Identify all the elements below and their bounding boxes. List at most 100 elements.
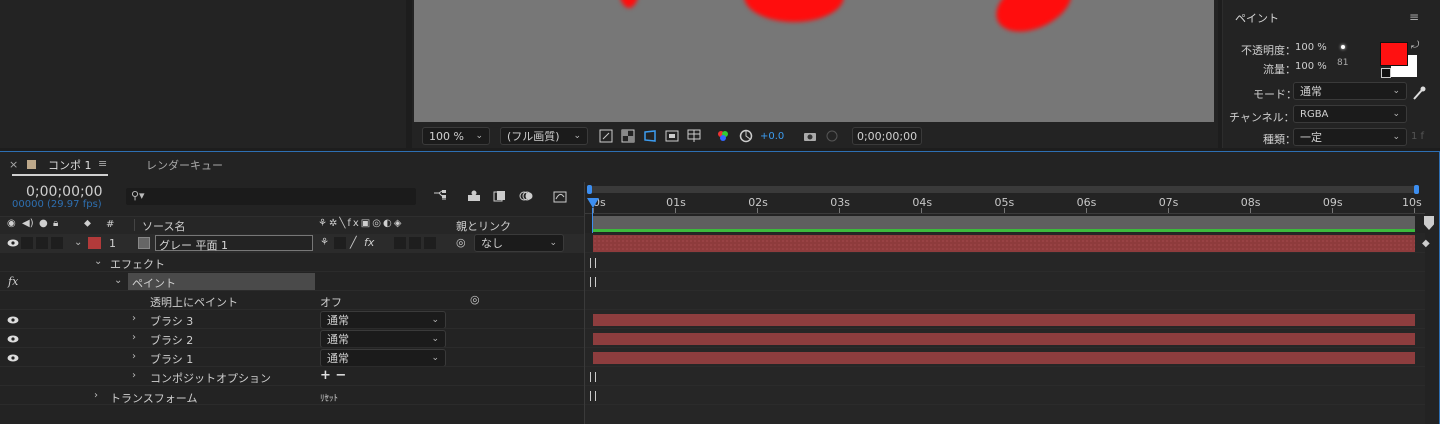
search-input[interactable]: ⚲▾ [126,188,416,205]
expand-transform-chevron-icon[interactable]: › [94,390,98,401]
paint-on-transparent-value[interactable]: オフ [320,294,342,310]
column-parent-link: 親とリンク [456,220,511,233]
playhead-head[interactable] [587,198,599,208]
panel-menu-icon[interactable]: ≡ [1409,10,1419,24]
brush2-duration-bar[interactable] [593,333,1415,345]
chevron-down-icon: ⌄ [431,334,439,344]
transparency-grid-icon[interactable] [620,128,636,144]
brush-tip-icon[interactable] [1341,45,1345,49]
mask-visibility-icon[interactable] [642,128,658,144]
lock-icon[interactable]: 🔒︎ [53,218,58,229]
eye-icon[interactable] [7,354,21,364]
active-tab-underline [12,174,108,176]
type-label: 種類： [1263,133,1296,146]
solo-icon[interactable]: ● [39,218,48,229]
show-snapshot-icon[interactable] [824,128,840,144]
motion-blur-switch[interactable] [409,237,421,249]
collapse-switch[interactable] [334,237,346,249]
fast-preview-icon[interactable] [598,128,614,144]
brush3-mode-select[interactable]: 通常 ⌄ [320,311,446,329]
expand-composite-chevron-icon[interactable]: › [132,370,136,381]
chevron-down-icon: ⌄ [1392,132,1400,142]
comp-tab-swatch [27,160,36,169]
layer-out-marker-icon[interactable]: ◆ [1422,238,1430,249]
layer-name-field[interactable]: グレー 平面 1 [155,235,313,252]
flow-value[interactable]: 100 % [1295,61,1327,72]
exposure-reset-icon[interactable] [738,128,754,144]
audio-switch[interactable] [21,237,33,249]
layer-duration-bar[interactable] [593,235,1415,252]
paint-effect-label: ペイント [132,277,176,290]
channel-select[interactable]: RGBA ⌄ [1293,105,1407,123]
frame-blend-switch[interactable] [394,237,406,249]
shy-switch-icon[interactable]: ⚘ [320,237,329,248]
exposure-value[interactable]: +0.0 [760,131,784,142]
foreground-color-swatch[interactable] [1380,42,1408,66]
panel-divider[interactable] [584,182,585,424]
column-source-name[interactable]: ソース名 [142,218,185,234]
composite-add-remove[interactable]: + − [320,368,346,383]
default-colors-icon[interactable] [1381,68,1391,78]
resolution-select[interactable]: (フル画質) ⌄ [500,127,588,145]
expand-paint-chevron-icon[interactable]: ⌄ [114,275,122,286]
viewer-timecode[interactable]: 0;00;00;00 [852,127,922,145]
transform-reset-link[interactable]: ﾘｾｯﾄ [320,391,338,404]
eyedropper-icon[interactable] [1411,84,1427,105]
tab-menu-icon[interactable]: ≡ [98,157,107,170]
tab-render-queue[interactable]: レンダーキュー [146,157,223,173]
tab-comp[interactable]: コンポ 1 [48,157,92,173]
eye-icon[interactable] [7,239,21,249]
shy-layers-icon[interactable] [466,188,482,204]
expand-brush3-chevron-icon[interactable]: › [132,313,136,324]
expand-layer-chevron-icon[interactable]: ⌄ [74,237,82,248]
composition-viewer[interactable]: 100 % ⌄ (フル画質) ⌄ +0.0 0;00;00;00 [412,0,1218,148]
graph-editor-icon[interactable] [552,188,568,204]
fx-toggle-icon[interactable]: fx [8,275,18,288]
expand-brush1-chevron-icon[interactable]: › [132,351,136,362]
eye-icon[interactable] [7,316,21,326]
parent-select[interactable]: なし ⌄ [474,234,564,252]
close-tab-icon[interactable]: × [9,158,18,171]
label-tag-icon[interactable]: ⬥ [84,218,91,229]
motion-blur-icon[interactable] [518,188,534,204]
brush2-mode-select[interactable]: 通常 ⌄ [320,330,446,348]
work-area-end[interactable] [1414,185,1419,194]
grid-guides-icon[interactable] [686,128,704,144]
snapshot-camera-icon[interactable] [802,128,818,144]
row-separator [0,328,1425,329]
adjustment-switch[interactable] [424,237,436,249]
lock-switch[interactable] [51,237,63,249]
region-of-interest-icon[interactable] [664,128,680,144]
paint-on-transparent-label: 透明上にペイント [150,296,238,309]
expand-effects-chevron-icon[interactable]: ⌄ [94,256,102,267]
swap-colors-icon[interactable]: ⤾ [1411,40,1419,51]
opacity-label: 不透明度： [1241,44,1296,57]
audio-toggle-icon[interactable]: ◀) [22,218,34,229]
zoom-select[interactable]: 100 % ⌄ [422,127,490,145]
solo-switch[interactable] [36,237,48,249]
viewer-canvas[interactable] [414,0,1214,122]
chevron-down-icon: ⌄ [475,131,483,141]
video-toggle-icon[interactable]: ◉ [7,218,16,229]
mode-select[interactable]: 通常 ⌄ [1293,82,1407,100]
layer-label-color[interactable] [88,237,101,249]
paint-stroke [987,0,1081,43]
row-separator [0,347,1425,348]
eye-icon[interactable] [7,335,21,345]
quality-switch-icon[interactable]: ╱ [350,236,357,249]
work-area-bar[interactable] [590,186,1418,193]
brush1-mode-select[interactable]: 通常 ⌄ [320,349,446,367]
current-timecode[interactable]: 0;00;00;00 [26,184,103,200]
opacity-value[interactable]: 100 % [1295,42,1327,53]
channel-colors-icon[interactable] [714,128,732,144]
work-area-start[interactable] [587,185,592,194]
frame-blending-icon[interactable] [492,188,508,204]
pickwhip-icon[interactable]: ◎ [456,236,466,249]
expand-brush2-chevron-icon[interactable]: › [132,332,136,343]
brush1-duration-bar[interactable] [593,352,1415,364]
type-select[interactable]: 一定 ⌄ [1293,128,1407,146]
comp-mini-flowchart-icon[interactable] [432,188,448,204]
brush3-duration-bar[interactable] [593,314,1415,326]
effects-switch-icon[interactable]: fx [364,236,374,249]
pickwhip-icon[interactable]: ◎ [470,293,480,306]
